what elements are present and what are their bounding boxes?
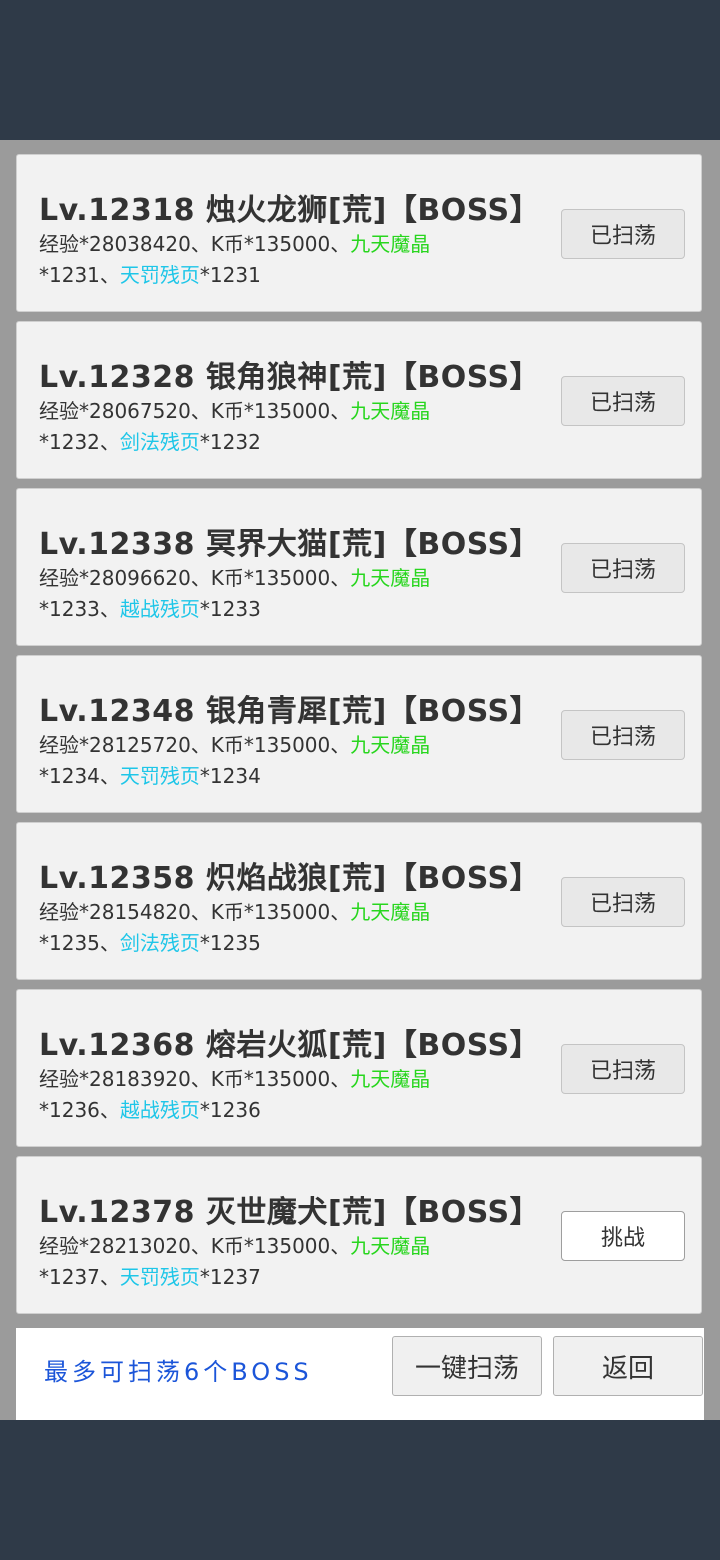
boss-card: Lv.12328 银角狼神[荒]【BOSS】 经验*28067520、K币*13… (16, 321, 702, 479)
boss-reward: 经验*28125720、K币*135000、九天魔晶 *1234、天罚残页*12… (39, 733, 431, 788)
swept-button[interactable]: 已扫荡 (561, 1044, 685, 1094)
reward-item-green: 九天魔晶 (350, 399, 431, 423)
swept-button[interactable]: 已扫荡 (561, 376, 685, 426)
boss-title: Lv.12378 灭世魔犬[荒]【BOSS】 (39, 1195, 541, 1230)
challenge-button[interactable]: 挑战 (561, 1211, 685, 1261)
bottom-action-bar: 最多可扫荡6个BOSS 一键扫荡 返回 (16, 1328, 704, 1420)
boss-title: Lv.12358 炽焰战狼[荒]【BOSS】 (39, 861, 541, 896)
bottom-dark-area (0, 1420, 720, 1560)
boss-reward: 经验*28038420、K币*135000、九天魔晶 *1231、天罚残页*12… (39, 232, 431, 287)
reward-item-cyan: 越战残页 (119, 597, 200, 621)
boss-reward: 经验*28096620、K币*135000、九天魔晶 *1233、越战残页*12… (39, 566, 431, 621)
reward-item-cyan: 天罚残页 (119, 1265, 200, 1289)
boss-card: Lv.12338 冥界大猫[荒]【BOSS】 经验*28096620、K币*13… (16, 488, 702, 646)
boss-card: Lv.12378 灭世魔犬[荒]【BOSS】 经验*28213020、K币*13… (16, 1156, 702, 1314)
back-button[interactable]: 返回 (553, 1336, 703, 1396)
swept-button[interactable]: 已扫荡 (561, 710, 685, 760)
boss-reward: 经验*28213020、K币*135000、九天魔晶 *1237、天罚残页*12… (39, 1234, 431, 1289)
boss-title: Lv.12338 冥界大猫[荒]【BOSS】 (39, 527, 541, 562)
boss-title: Lv.12318 烛火龙狮[荒]【BOSS】 (39, 193, 541, 228)
reward-item-green: 九天魔晶 (350, 1067, 431, 1091)
swept-button[interactable]: 已扫荡 (561, 877, 685, 927)
boss-title: Lv.12348 银角青犀[荒]【BOSS】 (39, 694, 541, 729)
boss-card: Lv.12348 银角青犀[荒]【BOSS】 经验*28125720、K币*13… (16, 655, 702, 813)
boss-card: Lv.12358 炽焰战狼[荒]【BOSS】 经验*28154820、K币*13… (16, 822, 702, 980)
reward-item-green: 九天魔晶 (350, 733, 431, 757)
boss-card: Lv.12368 熔岩火狐[荒]【BOSS】 经验*28183920、K币*13… (16, 989, 702, 1147)
reward-item-cyan: 越战残页 (119, 1098, 200, 1122)
reward-item-green: 九天魔晶 (350, 566, 431, 590)
reward-item-green: 九天魔晶 (350, 900, 431, 924)
sweep-all-button[interactable]: 一键扫荡 (392, 1336, 542, 1396)
top-dark-area (0, 0, 720, 140)
reward-item-cyan: 剑法残页 (119, 430, 200, 454)
swept-button[interactable]: 已扫荡 (561, 543, 685, 593)
boss-title: Lv.12368 熔岩火狐[荒]【BOSS】 (39, 1028, 541, 1063)
boss-card: Lv.12318 烛火龙狮[荒]【BOSS】 经验*28038420、K币*13… (16, 154, 702, 312)
reward-item-cyan: 天罚残页 (119, 263, 200, 287)
reward-item-cyan: 天罚残页 (119, 764, 200, 788)
boss-reward: 经验*28067520、K币*135000、九天魔晶 *1232、剑法残页*12… (39, 399, 431, 454)
reward-item-green: 九天魔晶 (350, 232, 431, 256)
swept-button[interactable]: 已扫荡 (561, 209, 685, 259)
boss-reward: 经验*28154820、K币*135000、九天魔晶 *1235、剑法残页*12… (39, 900, 431, 955)
reward-item-green: 九天魔晶 (350, 1234, 431, 1258)
reward-item-cyan: 剑法残页 (119, 931, 200, 955)
boss-sweep-panel: Lv.12318 烛火龙狮[荒]【BOSS】 经验*28038420、K币*13… (0, 140, 720, 1422)
boss-reward: 经验*28183920、K币*135000、九天魔晶 *1236、越战残页*12… (39, 1067, 431, 1122)
boss-title: Lv.12328 银角狼神[荒]【BOSS】 (39, 360, 541, 395)
sweep-limit-text: 最多可扫荡6个BOSS (44, 1358, 313, 1386)
